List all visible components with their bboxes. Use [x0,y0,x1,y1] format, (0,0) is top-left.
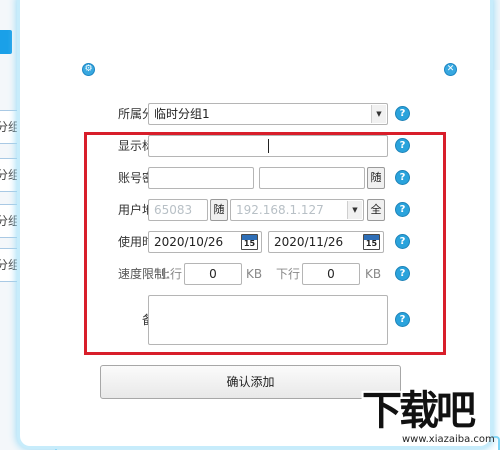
text-cursor [268,139,269,153]
start-date-input[interactable]: 2020/10/26 15 [148,231,262,253]
help-icon[interactable]: ? [395,312,410,327]
all-addresses-button[interactable]: 全 [367,199,385,221]
ip-select-value: 192.168.1.127 [236,203,324,217]
password-input[interactable] [259,167,365,189]
upload-unit: KB [246,267,263,281]
download-label: 下行 [276,267,301,281]
help-icon[interactable]: ? [395,266,410,281]
group-select[interactable]: 临时分组1 ▼ [148,103,388,125]
speed-limit-row: 速度限制: 上行 0 KB 下行 0 KB ? [20,262,490,286]
start-date-value: 2020/10/26 [154,235,224,249]
display-title-row: 显示标题: ? [20,134,490,158]
help-icon[interactable]: ? [395,106,410,121]
close-icon[interactable]: ✕ [444,63,457,76]
account-row: 账号密码: 随 ? [20,166,490,190]
port-input[interactable]: 65083 [148,199,208,221]
calendar-icon[interactable]: 15 [241,234,258,250]
chevron-down-icon[interactable]: ▼ [371,105,386,123]
download-limit-input[interactable]: 0 [302,263,360,285]
upload-limit-input[interactable]: 0 [184,263,242,285]
background-group-item[interactable]: 分组 [0,110,22,144]
random-password-button[interactable]: 随 [367,167,385,189]
watermark-url: www.xiazaiba.com [402,434,495,445]
help-icon[interactable]: ? [395,170,410,185]
help-icon[interactable]: ? [395,138,410,153]
background-group-item[interactable]: 分组 [0,158,22,192]
settings-icon[interactable]: ⚙ [82,63,95,76]
group-row: 所属分组: 临时分组1 ▼ ? [20,102,490,126]
chevron-down-icon[interactable]: ▼ [347,201,362,219]
add-user-dialog: ⚙ ✕ 所属分组: 临时分组1 ▼ ? 显示标题: ? 账号密码: 随 ? 用户… [20,0,490,446]
background-tab[interactable] [0,30,12,54]
watermark: 下载吧 www.xiazaiba.com [362,388,500,450]
upload-label: 上行 [158,267,183,281]
end-date-value: 2020/11/26 [274,235,344,249]
help-icon[interactable]: ? [395,202,410,217]
help-icon[interactable]: ? [395,234,410,249]
confirm-add-button[interactable]: 确认添加 [100,365,401,399]
end-date-input[interactable]: 2020/11/26 15 [268,231,384,253]
watermark-logo: 下载吧 [362,388,476,434]
group-select-value: 临时分组1 [154,107,210,121]
username-input[interactable] [148,167,254,189]
usage-time-row: 使用时间: 2020/10/26 15 2020/11/26 15 ? [20,230,490,254]
background-group-item[interactable]: 分组 [0,248,22,282]
ip-select[interactable]: 192.168.1.127 ▼ [230,199,364,221]
speed-limit-label: 速度限制: [117,267,170,281]
address-row: 用户地址: 65083 随 192.168.1.127 ▼ 全 ? [20,198,490,222]
calendar-icon[interactable]: 15 [363,234,380,250]
notes-textarea[interactable] [148,295,388,345]
random-port-button[interactable]: 随 [210,199,228,221]
download-unit: KB [365,267,382,281]
background-group-item[interactable]: 分组 [0,204,22,238]
